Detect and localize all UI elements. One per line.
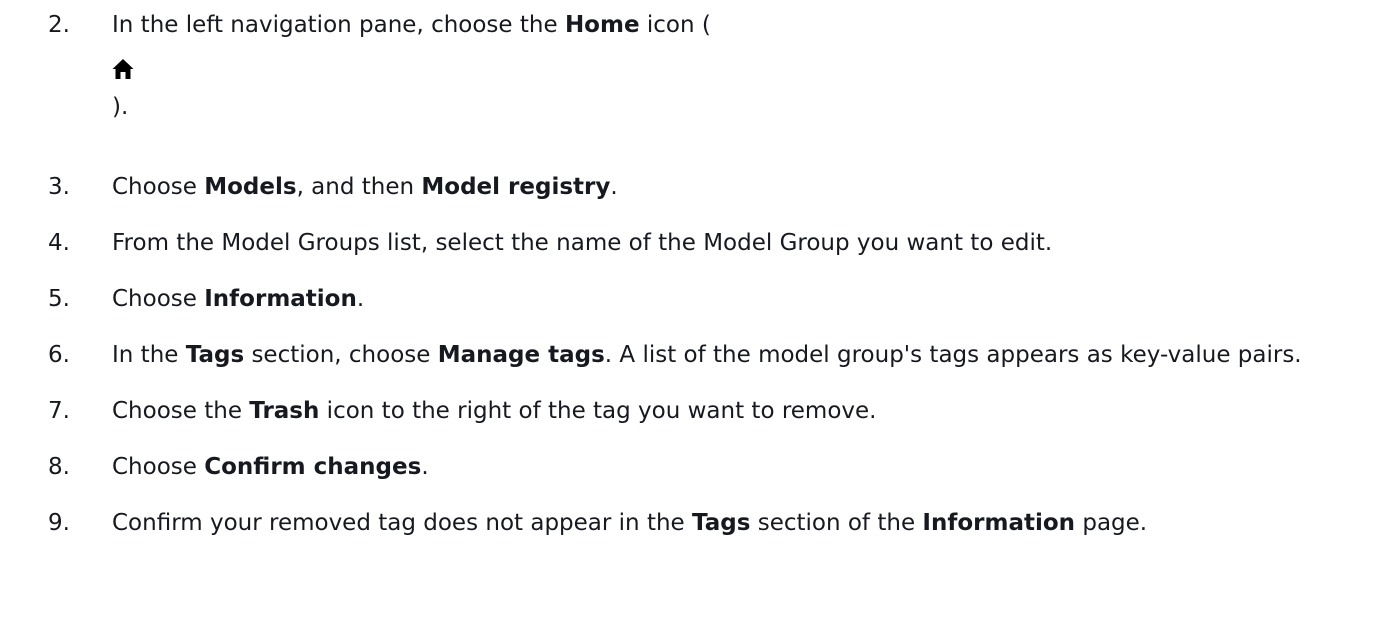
step-3: 3. Choose Models, and then Model registr… <box>48 170 1377 204</box>
step-text-close: ). <box>112 94 129 120</box>
step-number: 6. <box>48 342 70 368</box>
step-text: Choose the Trash icon to the right of th… <box>112 398 877 424</box>
steps-list: 2. In the left navigation pane, choose t… <box>8 4 1377 540</box>
step-number: 7. <box>48 398 70 424</box>
home-icon <box>112 58 134 80</box>
step-number: 4. <box>48 230 70 256</box>
step-9: 9. Confirm your removed tag does not app… <box>48 506 1377 540</box>
step-2: 2. In the left navigation pane, choose t… <box>48 8 1377 150</box>
step-text: Choose Models, and then Model registry. <box>112 174 618 200</box>
step-5: 5. Choose Information. <box>48 282 1377 316</box>
step-text: From the Model Groups list, select the n… <box>112 230 1053 256</box>
step-8: 8. Choose Confirm changes. <box>48 450 1377 484</box>
step-number: 3. <box>48 174 70 200</box>
step-number: 9. <box>48 510 70 536</box>
home-label: Home <box>564 12 640 38</box>
step-4: 4. From the Model Groups list, select th… <box>48 226 1377 260</box>
step-text: In the Tags section, choose Manage tags.… <box>112 342 1302 368</box>
step-6: 6. In the Tags section, choose Manage ta… <box>48 338 1377 372</box>
step-text: Confirm your removed tag does not appear… <box>112 510 1148 536</box>
step-text: In the left navigation pane, choose the … <box>112 12 711 38</box>
step-number: 2. <box>48 12 70 38</box>
step-number: 8. <box>48 454 70 480</box>
step-text: Choose Information. <box>112 286 365 312</box>
step-number: 5. <box>48 286 70 312</box>
step-7: 7. Choose the Trash icon to the right of… <box>48 394 1377 428</box>
step-text: Choose Confirm changes. <box>112 454 429 480</box>
